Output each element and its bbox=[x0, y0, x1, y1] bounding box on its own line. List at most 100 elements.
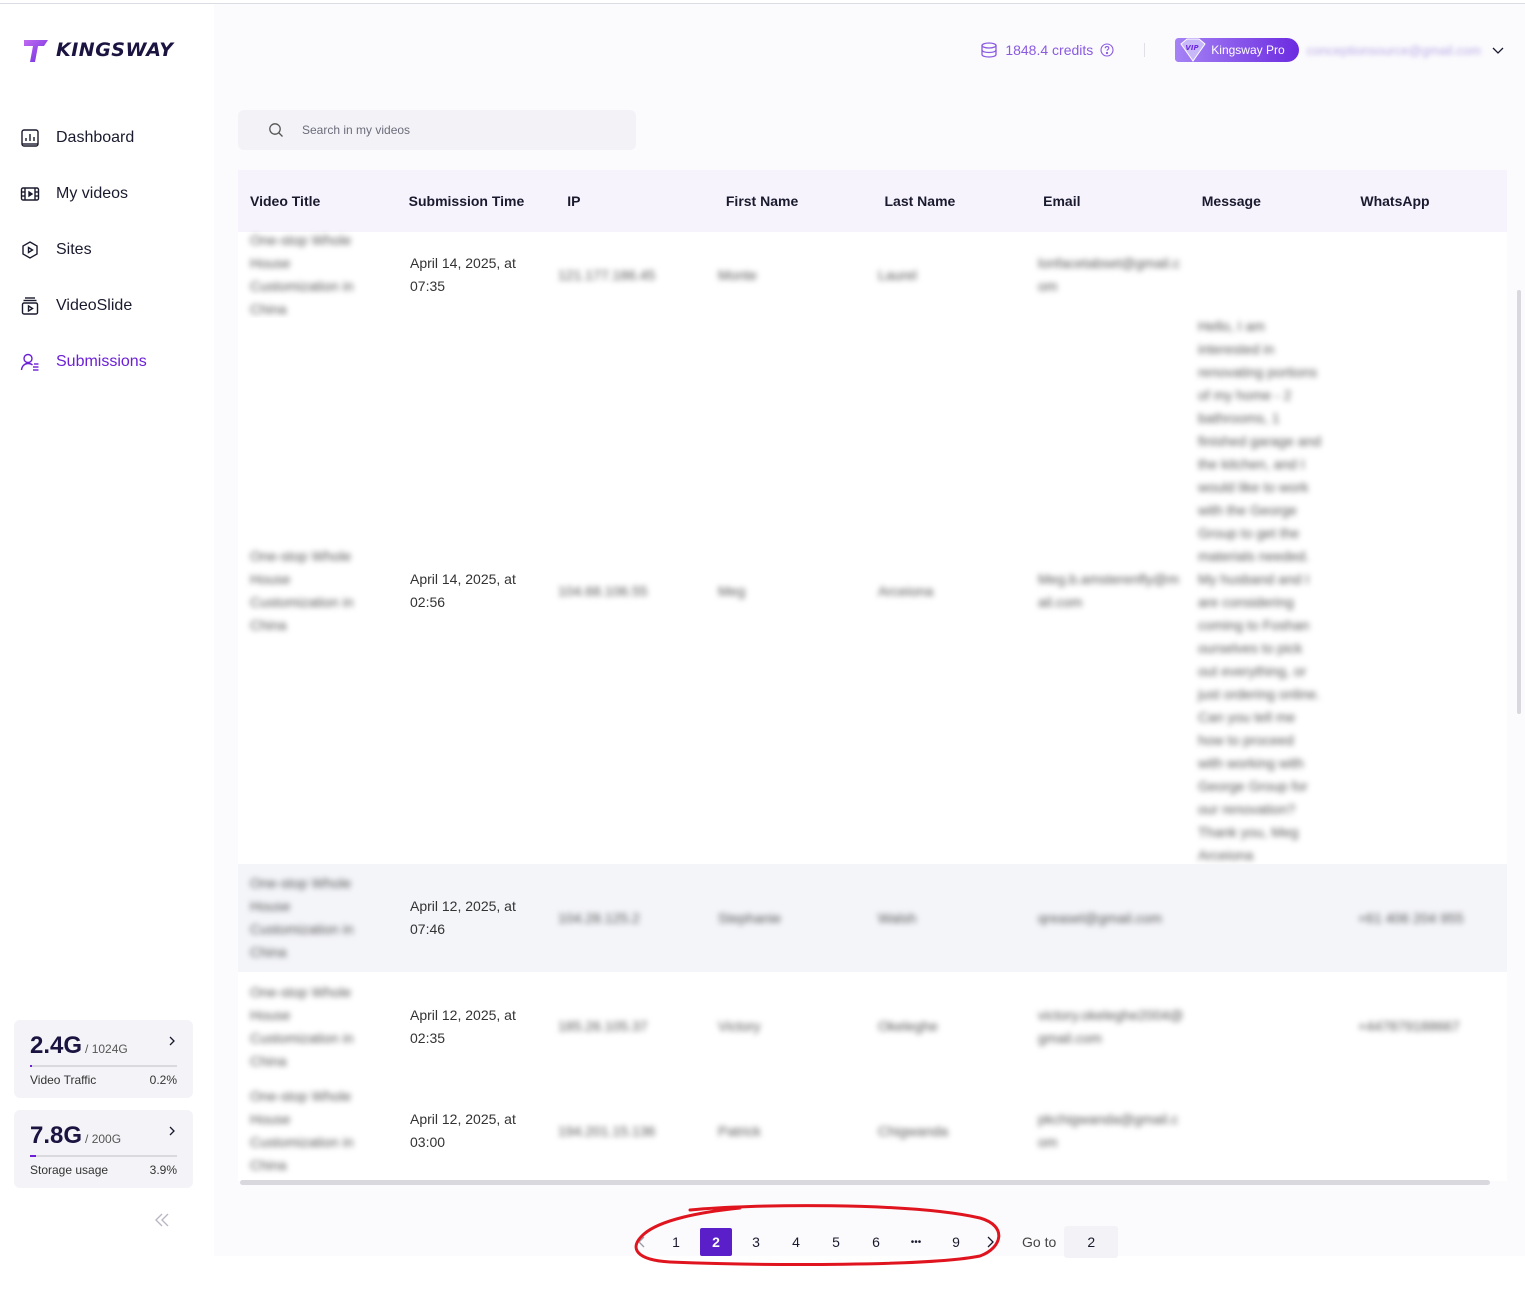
sidebar-nav: Dashboard My videos Sites VideoSlide Sub… bbox=[0, 110, 214, 390]
sidebar: KINGSWAY Dashboard My videos Sites Video… bbox=[0, 4, 214, 1256]
column-header[interactable]: IP bbox=[555, 193, 714, 209]
sidebar-item-label: Submissions bbox=[56, 353, 147, 370]
last-name-cell: Arceiona bbox=[878, 582, 934, 599]
message-cell bbox=[1186, 232, 1346, 318]
submission-time-cell: April 14, 2025, at 02:56 bbox=[410, 571, 516, 610]
storage-percent: 3.9% bbox=[149, 1163, 177, 1177]
column-header[interactable]: Email bbox=[1031, 193, 1190, 209]
column-header[interactable]: WhatsApp bbox=[1348, 193, 1507, 209]
film-icon bbox=[20, 184, 40, 204]
header-account-area: 1848.4 credits VIP Kingsway Pro concepti… bbox=[980, 37, 1505, 63]
chevron-right-icon[interactable] bbox=[167, 1036, 177, 1046]
storage-total: / 200G bbox=[85, 1132, 122, 1146]
table-row[interactable]: One-stop Whole House Customization in Ch… bbox=[238, 1081, 1507, 1181]
help-icon[interactable] bbox=[1100, 43, 1114, 57]
header-divider bbox=[1144, 43, 1146, 57]
page-5[interactable]: 5 bbox=[816, 1226, 856, 1258]
search-box[interactable] bbox=[238, 110, 636, 150]
pagination: 1 2 3 4 5 6 ••• 9 Go to bbox=[628, 1226, 1119, 1258]
page-2[interactable]: 2 bbox=[696, 1226, 736, 1258]
goto-page-input[interactable] bbox=[1064, 1226, 1119, 1258]
video-title-cell: One-stop Whole House Customization in Ch… bbox=[250, 875, 354, 960]
chevron-down-icon[interactable] bbox=[1491, 43, 1505, 57]
table-row[interactable]: One-stop Whole House Customization in Ch… bbox=[238, 232, 1507, 318]
svg-text:VIP: VIP bbox=[1186, 44, 1200, 52]
sidebar-item-videoslide[interactable]: VideoSlide bbox=[0, 278, 214, 334]
account-menu[interactable]: VIP Kingsway Pro conceptionsource@gmail.… bbox=[1175, 37, 1505, 63]
page-3[interactable]: 3 bbox=[736, 1226, 776, 1258]
page-ellipsis[interactable]: ••• bbox=[896, 1226, 936, 1258]
first-name-cell: Patrick bbox=[718, 1122, 761, 1139]
dashboard-icon bbox=[20, 128, 40, 148]
horizontal-scrollbar[interactable] bbox=[240, 1180, 1490, 1185]
goto-page: Go to bbox=[1022, 1226, 1119, 1258]
sidebar-item-my-videos[interactable]: My videos bbox=[0, 166, 214, 222]
whatsapp-cell: +61 406 204 955 bbox=[1358, 909, 1464, 926]
video-traffic-card[interactable]: 2.4G / 1024G Video Traffic 0.2% bbox=[14, 1020, 193, 1098]
column-header[interactable]: Video Title bbox=[238, 193, 397, 209]
vip-diamond-icon: VIP bbox=[1180, 38, 1206, 62]
sidebar-item-sites[interactable]: Sites bbox=[0, 222, 214, 278]
vertical-scrollbar[interactable] bbox=[1517, 290, 1521, 714]
credits-display[interactable]: 1848.4 credits bbox=[980, 41, 1114, 59]
page-4[interactable]: 4 bbox=[776, 1226, 816, 1258]
first-name-cell: Meg bbox=[718, 582, 746, 599]
coins-icon bbox=[981, 42, 997, 58]
video-title-cell: One-stop Whole House Customization in Ch… bbox=[250, 232, 354, 317]
whatsapp-cell bbox=[1346, 232, 1506, 318]
last-name-cell: Walsh bbox=[878, 909, 917, 926]
page-6[interactable]: 6 bbox=[856, 1226, 896, 1258]
email-cell: pkchigwanda@gmail.com bbox=[1038, 1111, 1179, 1150]
whatsapp-cell: +447879188667 bbox=[1358, 1018, 1460, 1034]
message-cell bbox=[1186, 972, 1346, 1081]
storage-usage-card[interactable]: 7.8G / 200G Storage usage 3.9% bbox=[14, 1110, 193, 1188]
first-name-cell: Monte bbox=[718, 266, 757, 283]
traffic-total: / 1024G bbox=[85, 1042, 128, 1056]
sidebar-item-label: My videos bbox=[56, 185, 129, 202]
column-header[interactable]: Submission Time bbox=[397, 193, 556, 209]
chevron-right-icon bbox=[987, 1236, 994, 1248]
brand-name: KINGSWAY bbox=[56, 39, 174, 61]
email-cell: Meg.b.amsterenfly@mail.com bbox=[1038, 571, 1180, 610]
submission-time-cell: April 12, 2025, at 02:35 bbox=[410, 1006, 516, 1046]
sidebar-item-label: VideoSlide bbox=[56, 297, 133, 314]
column-header[interactable]: Message bbox=[1190, 193, 1349, 209]
sidebar-item-submissions[interactable]: Submissions bbox=[0, 334, 214, 390]
sidebar-item-label: Dashboard bbox=[56, 129, 135, 146]
next-page-button[interactable] bbox=[976, 1226, 1004, 1258]
first-name-cell: Stephanie bbox=[718, 909, 782, 926]
prev-page-button[interactable] bbox=[628, 1226, 656, 1258]
kingsway-logo-icon bbox=[24, 40, 48, 62]
submissions-table: Video Title Submission Time IP First Nam… bbox=[238, 170, 1507, 1181]
ip-cell: 121.177.186.45 bbox=[558, 266, 656, 283]
storage-progress-fill bbox=[30, 1155, 36, 1157]
whatsapp-cell bbox=[1346, 1081, 1506, 1181]
ip-cell: 104.68.106.55 bbox=[558, 582, 648, 599]
brand-logo[interactable]: KINGSWAY bbox=[22, 36, 174, 64]
sidebar-item-dashboard[interactable]: Dashboard bbox=[0, 110, 214, 166]
page-9[interactable]: 9 bbox=[936, 1226, 976, 1258]
table-row[interactable]: One-stop Whole House Customization in Ch… bbox=[238, 864, 1507, 972]
ellipsis-icon: ••• bbox=[910, 1236, 922, 1248]
search-input[interactable] bbox=[302, 123, 602, 137]
traffic-used: 2.4G bbox=[30, 1032, 83, 1059]
page-number: 6 bbox=[872, 1234, 880, 1250]
plan-name: Kingsway Pro bbox=[1211, 43, 1285, 57]
column-header[interactable]: Last Name bbox=[873, 193, 1032, 209]
submission-time-cell: April 12, 2025, at 03:00 bbox=[410, 1111, 516, 1150]
chevron-right-icon[interactable] bbox=[167, 1126, 177, 1136]
traffic-progress-bar bbox=[30, 1065, 177, 1067]
search-icon bbox=[269, 123, 283, 137]
column-header[interactable]: First Name bbox=[714, 193, 873, 209]
traffic-progress-fill bbox=[30, 1065, 33, 1067]
page-number: 2 bbox=[700, 1228, 732, 1256]
collapse-sidebar-icon[interactable] bbox=[152, 1210, 172, 1230]
table-row[interactable]: One-stop Whole House Customization in Ch… bbox=[238, 318, 1507, 864]
sites-icon bbox=[20, 240, 40, 260]
storage-label: Storage usage bbox=[30, 1163, 109, 1177]
page-number: 3 bbox=[752, 1234, 760, 1250]
plan-badge: VIP Kingsway Pro bbox=[1175, 38, 1299, 62]
page-number: 9 bbox=[952, 1234, 960, 1250]
page-1[interactable]: 1 bbox=[656, 1226, 696, 1258]
table-row[interactable]: One-stop Whole House Customization in Ch… bbox=[238, 972, 1507, 1081]
